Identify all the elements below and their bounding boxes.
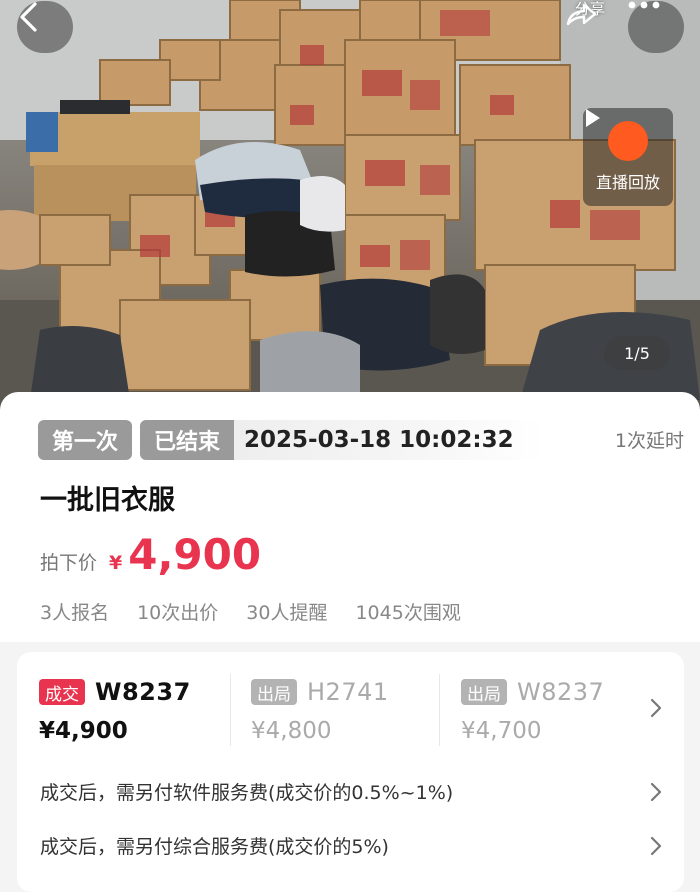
bid-record: 出局 W8237 ¥4,700	[461, 678, 611, 744]
live-replay-button[interactable]: 直播回放	[583, 108, 673, 206]
software-fee-notice[interactable]: 成交后，需另付软件服务费(成交价的0.5%~1%)	[40, 778, 453, 805]
chevron-right-icon[interactable]	[649, 780, 663, 810]
bidder-code: W8237	[95, 678, 191, 706]
chevron-right-icon[interactable]	[649, 834, 663, 864]
column-divider	[439, 674, 440, 746]
deal-badge: 成交	[39, 679, 85, 705]
bid-record: 出局 H2741 ¥4,800	[251, 678, 389, 744]
bid-price: ¥4,700	[461, 718, 542, 744]
share-button[interactable]: 分享	[562, 0, 618, 54]
auction-tag-row: 第一次 已结束 2025-03-18 10:02:32	[38, 420, 544, 460]
play-icon	[586, 109, 648, 161]
end-time: 2025-03-18 10:02:32	[234, 420, 544, 460]
stat-signups: 3人报名	[40, 602, 110, 624]
more-button[interactable]	[628, 1, 684, 53]
live-replay-label: 直播回放	[595, 173, 660, 192]
stat-views: 1045次围观	[355, 602, 461, 624]
currency-symbol: ¥	[109, 552, 123, 574]
service-fee-notice[interactable]: 成交后，需另付综合服务费(成交价的5%)	[40, 832, 389, 859]
final-price-row: 拍下价 ¥ 4,900	[40, 530, 261, 579]
round-tag: 第一次	[38, 420, 133, 460]
status-tag: 已结束	[140, 420, 235, 460]
auction-stats: 3人报名 10次出价 30人提醒 1045次围观	[40, 598, 489, 625]
bid-record: 成交 W8237 ¥4,900	[39, 678, 191, 744]
stat-bids: 10次出价	[137, 602, 219, 624]
fade-overlay	[613, 672, 643, 752]
delay-count: 1次延时	[614, 430, 684, 452]
column-divider	[230, 674, 231, 746]
final-price-label: 拍下价	[40, 552, 98, 574]
bid-price: ¥4,800	[251, 718, 332, 744]
out-badge: 出局	[461, 679, 507, 705]
photo-of-cardboard-boxes	[0, 0, 700, 420]
image-pager: 1/5	[604, 336, 670, 370]
bidder-code: W8237	[517, 678, 605, 706]
final-price: 4,900	[128, 530, 262, 579]
bid-records-card[interactable]: 成交 W8237 ¥4,900 出局 H2741 ¥4,800 出局 W8237…	[17, 652, 684, 892]
out-badge: 出局	[251, 679, 297, 705]
auction-info-card: 第一次 已结束 2025-03-18 10:02:32 1次延时 一批旧衣服 拍…	[0, 392, 700, 642]
item-title: 一批旧衣服	[40, 485, 175, 516]
hero-photo[interactable]: 分享 直播回放 1/5	[0, 0, 700, 420]
bidder-code: H2741	[307, 678, 389, 706]
bid-price: ¥4,900	[39, 718, 128, 744]
back-button[interactable]	[17, 1, 73, 53]
chevron-right-icon[interactable]	[649, 696, 663, 726]
stat-reminders: 30人提醒	[246, 602, 328, 624]
